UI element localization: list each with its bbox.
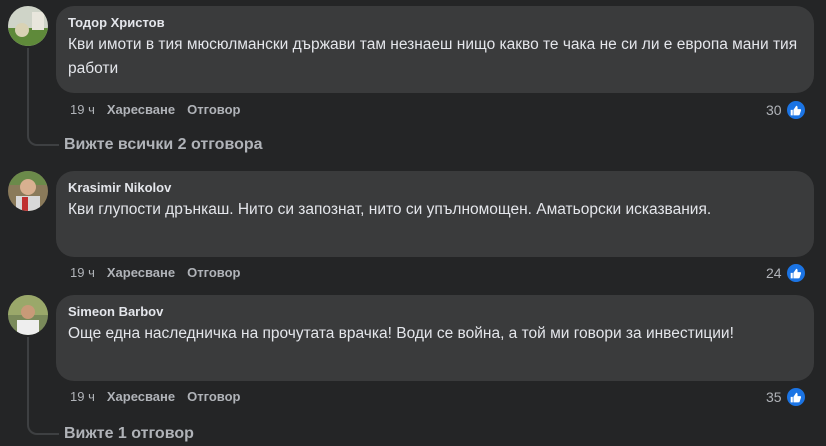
reaction-count[interactable]: 35 bbox=[766, 386, 807, 408]
like-button[interactable]: Харесване bbox=[107, 265, 175, 281]
comment-text: Още една наследничка на прочутата врачка… bbox=[68, 325, 734, 342]
reaction-count[interactable]: 30 bbox=[766, 99, 807, 121]
reply-button[interactable]: Отговор bbox=[187, 265, 240, 281]
comment-author[interactable]: Krasimir Nikolov bbox=[68, 179, 802, 196]
comment-actions: 19 ч Харесване Отговор bbox=[70, 102, 241, 118]
comment-text: Кви глупости дрънкаш. Нито си запознат, … bbox=[68, 201, 712, 218]
thumbs-up-icon bbox=[784, 262, 807, 284]
comment-time[interactable]: 19 ч bbox=[70, 102, 95, 118]
comment-actions: 19 ч Харесване Отговор bbox=[70, 389, 241, 405]
comment-bubble: Тодор Христов Кви имоти в тия мюсюлманск… bbox=[56, 6, 814, 93]
reply-button[interactable]: Отговор bbox=[187, 102, 240, 118]
thumbs-up-icon bbox=[784, 386, 807, 408]
comment-author[interactable]: Тодор Христов bbox=[68, 14, 802, 31]
thumbs-up-icon bbox=[784, 99, 807, 121]
view-replies-link[interactable]: Вижте 1 отговор bbox=[64, 424, 194, 444]
thread-line bbox=[27, 48, 59, 146]
view-replies-link[interactable]: Вижте всички 2 отговора bbox=[64, 135, 263, 155]
reaction-count[interactable]: 24 bbox=[766, 262, 807, 284]
comment-actions: 19 ч Харесване Отговор bbox=[70, 265, 241, 281]
thread-line bbox=[27, 337, 59, 435]
reply-button[interactable]: Отговор bbox=[187, 389, 240, 405]
comment-author[interactable]: Simeon Barbov bbox=[68, 303, 802, 320]
comment-bubble: Krasimir Nikolov Кви глупости дрънкаш. Н… bbox=[56, 171, 814, 257]
like-button[interactable]: Харесване bbox=[107, 389, 175, 405]
reaction-number: 30 bbox=[766, 102, 782, 118]
comment-text: Кви имоти в тия мюсюлмански държави там … bbox=[68, 36, 798, 77]
reaction-number: 35 bbox=[766, 389, 782, 405]
reaction-number: 24 bbox=[766, 265, 782, 281]
comment-bubble: Simeon Barbov Още една наследничка на пр… bbox=[56, 295, 814, 381]
comment-time[interactable]: 19 ч bbox=[70, 265, 95, 281]
avatar[interactable] bbox=[8, 171, 48, 211]
comment-time[interactable]: 19 ч bbox=[70, 389, 95, 405]
like-button[interactable]: Харесване bbox=[107, 102, 175, 118]
avatar[interactable] bbox=[8, 295, 48, 335]
avatar[interactable] bbox=[8, 6, 48, 46]
